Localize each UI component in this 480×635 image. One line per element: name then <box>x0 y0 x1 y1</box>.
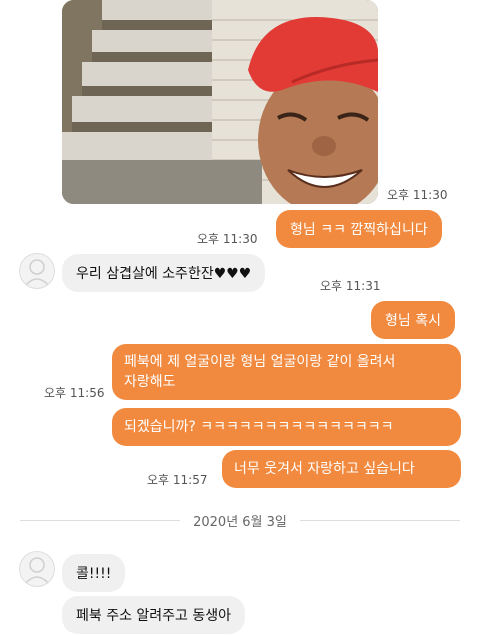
message-text: 너무 웃겨서 자랑하고 싶습니다 <box>234 461 415 477</box>
timestamp: 오후 11:31 <box>320 279 381 293</box>
outgoing-message[interactable]: 형님 ㅋㅋ 깜찍하십니다 <box>276 210 442 248</box>
message-text: 페북 주소 알려주고 동생아 <box>76 608 232 624</box>
avatar-icon <box>24 557 50 585</box>
timestamp: 오후 11:30 <box>387 188 448 202</box>
outgoing-message[interactable]: 페북에 제 얼굴이랑 형님 얼굴이랑 같이 올려서 자랑해도 <box>112 344 461 400</box>
contact-avatar[interactable] <box>19 253 55 289</box>
message-text: 우리 삼겹살에 소주한잔♥♥♥ <box>76 266 252 282</box>
incoming-message[interactable]: 우리 삼겹살에 소주한잔♥♥♥ <box>62 254 266 292</box>
outgoing-message[interactable]: 되겠습니까? ㅋㅋㅋㅋㅋㅋㅋㅋㅋㅋㅋㅋㅋㅋㅋ <box>112 408 461 446</box>
timestamp: 오후 11:57 <box>147 473 208 487</box>
message-text: 콜!!!! <box>76 566 112 582</box>
message-text: 형님 혹시 <box>385 313 441 329</box>
message-text: 페북에 제 얼굴이랑 형님 얼굴이랑 같이 올려서 <box>124 354 396 370</box>
message-text: 형님 ㅋㅋ 깜찍하십니다 <box>290 222 428 238</box>
incoming-message[interactable]: 페북 주소 알려주고 동생아 <box>62 596 246 634</box>
photo-message[interactable] <box>62 0 378 204</box>
selfie-image <box>62 0 378 204</box>
timestamp: 오후 11:56 <box>44 386 105 400</box>
incoming-message[interactable]: 콜!!!! <box>62 554 126 592</box>
outgoing-message[interactable]: 형님 혹시 <box>371 301 455 339</box>
avatar-icon <box>24 259 50 287</box>
message-text: 되겠습니까? ㅋㅋㅋㅋㅋㅋㅋㅋㅋㅋㅋㅋㅋㅋㅋ <box>124 419 394 435</box>
divider-line <box>300 520 460 521</box>
message-text: 자랑해도 <box>124 374 176 390</box>
timestamp: 오후 11:30 <box>197 232 258 246</box>
outgoing-message[interactable]: 너무 웃겨서 자랑하고 싶습니다 <box>222 450 461 488</box>
contact-avatar[interactable] <box>19 551 55 587</box>
